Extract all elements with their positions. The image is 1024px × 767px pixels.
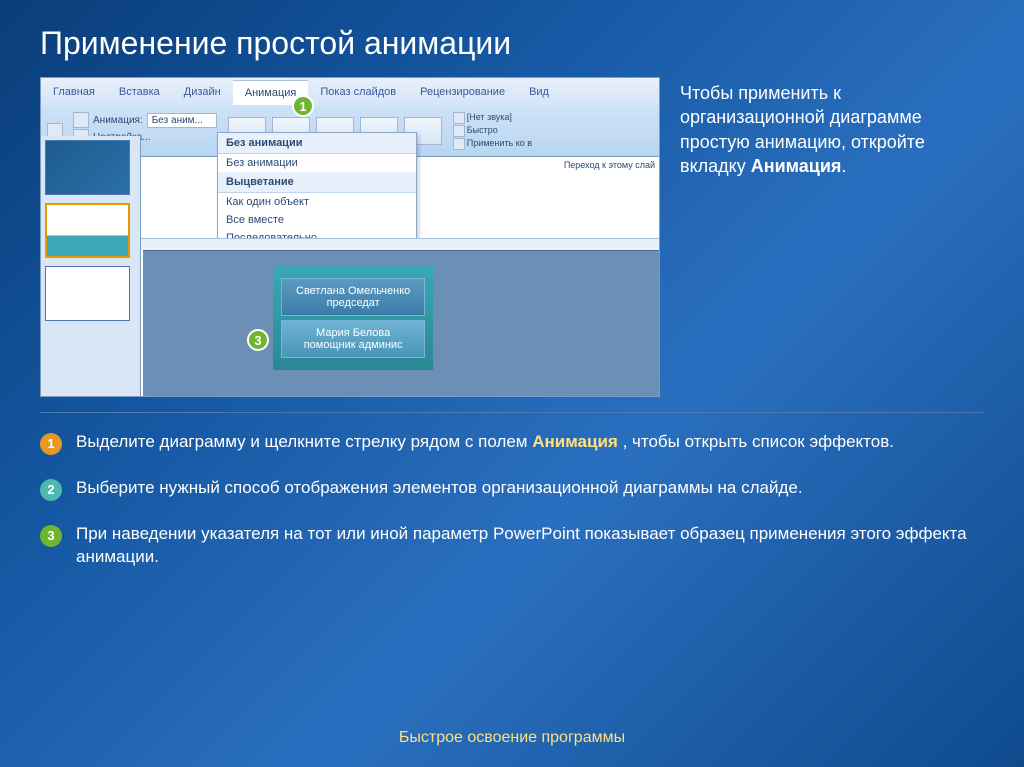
dropdown-section-fade: Выцветание xyxy=(218,172,416,193)
step-text-2: Выберите нужный способ отображения элеме… xyxy=(76,477,803,501)
tab-home[interactable]: Главная xyxy=(41,80,107,104)
callout-1: 1 xyxy=(292,95,314,117)
slide-title: Применение простой анимации xyxy=(0,0,1024,77)
slide-thumbnails xyxy=(41,136,141,396)
divider xyxy=(40,412,984,413)
ruler xyxy=(141,238,659,250)
anim-icon xyxy=(73,112,89,128)
step-text-3: При наведении указателя на тот или иной … xyxy=(76,523,984,569)
ribbon-sound-group: [Нет звука] Быстро Применить ко в xyxy=(453,112,532,150)
transition-group-label: Переход к этому слай xyxy=(564,160,655,170)
ribbon-tabs: Главная Вставка Дизайн Анимация Показ сл… xyxy=(41,78,659,106)
tab-review[interactable]: Рецензирование xyxy=(408,80,517,104)
tab-view[interactable]: Вид xyxy=(517,80,561,104)
speed-icon xyxy=(453,125,465,137)
sound-icon xyxy=(453,112,465,124)
slide-canvas[interactable]: Светлана Омельченко председат Мария Бело… xyxy=(143,250,659,396)
dropdown-item[interactable]: Как один объект xyxy=(218,193,416,211)
content-area: Главная Вставка Дизайн Анимация Показ сл… xyxy=(0,77,1024,569)
tab-slideshow[interactable]: Показ слайдов xyxy=(308,80,408,104)
animation-dropdown[interactable]: Без аним... xyxy=(147,113,217,128)
thumbnail-1[interactable] xyxy=(45,140,130,195)
step-1: 1 Выделите диаграмму и щелкните стрелку … xyxy=(40,431,984,455)
thumbnail-2[interactable] xyxy=(45,203,130,258)
tab-design[interactable]: Дизайн xyxy=(172,80,233,104)
org-box-2: Мария Белова помощник админис xyxy=(281,320,425,358)
powerpoint-screenshot: Главная Вставка Дизайн Анимация Показ сл… xyxy=(40,77,660,397)
thumbnail-3[interactable] xyxy=(45,266,130,321)
speed-label[interactable]: Быстро xyxy=(467,125,498,137)
dropdown-item[interactable]: Без анимации xyxy=(218,154,416,172)
step-text-1: Выделите диаграмму и щелкните стрелку ря… xyxy=(76,431,894,455)
sound-label[interactable]: [Нет звука] xyxy=(467,112,512,124)
step-num-1: 1 xyxy=(40,433,62,455)
apply-icon xyxy=(453,138,465,150)
step-num-2: 2 xyxy=(40,479,62,501)
animation-label: Анимация: xyxy=(93,115,143,126)
apply-label[interactable]: Применить ко в xyxy=(467,138,532,150)
instruction-text: Чтобы применить к организационной диагра… xyxy=(675,77,984,397)
org-chart-diagram[interactable]: Светлана Омельченко председат Мария Бело… xyxy=(273,266,433,370)
step-2: 2 Выберите нужный способ отображения эле… xyxy=(40,477,984,501)
callout-3: 3 xyxy=(247,329,269,351)
footer: Быстрое освоение программы xyxy=(0,729,1024,747)
tab-insert[interactable]: Вставка xyxy=(107,80,172,104)
org-box-1: Светлана Омельченко председат xyxy=(281,278,425,316)
top-section: Главная Вставка Дизайн Анимация Показ сл… xyxy=(40,77,984,397)
steps-list: 1 Выделите диаграмму и щелкните стрелку … xyxy=(40,431,984,569)
step-num-3: 3 xyxy=(40,525,62,547)
dropdown-item[interactable]: Все вместе xyxy=(218,211,416,229)
dropdown-section-none: Без анимации xyxy=(218,133,416,154)
step-3: 3 При наведении указателя на тот или ино… xyxy=(40,523,984,569)
